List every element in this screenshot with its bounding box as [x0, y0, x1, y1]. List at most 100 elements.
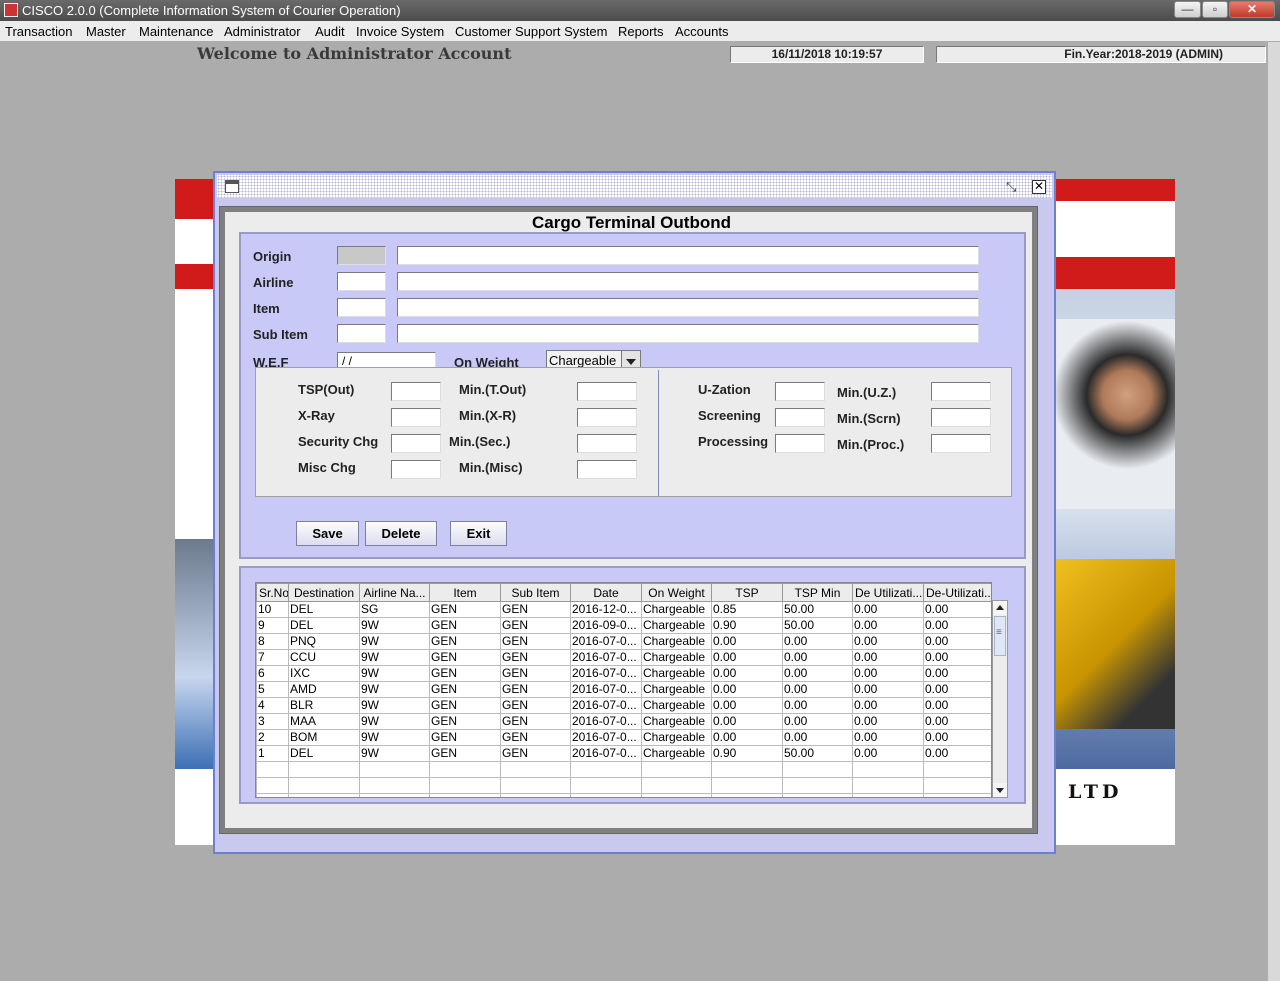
screening-field[interactable]: [775, 408, 825, 427]
scroll-down-icon[interactable]: [993, 783, 1007, 797]
table-row[interactable]: 8 PNQ 9W GEN GEN 2016-07-0... Chargeable 0.00 0.…: [256, 633, 991, 650]
table-cell: 0.00: [711, 697, 783, 714]
company-name-suffix: LTD: [1068, 781, 1123, 803]
security-chg-label: Security Chg: [298, 434, 379, 449]
table-row[interactable]: 1 DEL 9W GEN GEN 2016-07-0... Chargeable 0.90 50…: [256, 745, 991, 762]
subitem-name-field[interactable]: [397, 324, 979, 343]
table-row[interactable]: 7 CCU 9W GEN GEN 2016-07-0... Chargeable 0.00 0.…: [256, 649, 991, 666]
column-header[interactable]: Sr.No: [256, 583, 289, 602]
column-header[interactable]: TSP: [711, 583, 783, 602]
empty-table-row: [256, 761, 991, 778]
min-tout-field[interactable]: [577, 382, 637, 401]
table-cell: [429, 761, 501, 778]
min-proc-label: Min.(Proc.): [837, 437, 905, 452]
delete-button[interactable]: Delete: [365, 521, 437, 546]
close-window-button[interactable]: ✕: [1229, 1, 1275, 18]
table-cell: 0.90: [711, 745, 783, 762]
table-cell: GEN: [429, 633, 501, 650]
table-cell: 9W: [359, 713, 430, 730]
table-cell: 0.00: [782, 697, 853, 714]
table-cell: [429, 793, 501, 797]
table-cell: [570, 761, 642, 778]
airline-code-field[interactable]: [337, 272, 386, 291]
table-cell: 9W: [359, 649, 430, 666]
table-cell: [852, 777, 924, 794]
column-header[interactable]: Item: [429, 583, 501, 602]
menu-master[interactable]: Master: [86, 24, 126, 39]
menu-audit[interactable]: Audit: [315, 24, 345, 39]
airline-name-field[interactable]: [397, 272, 979, 291]
desktop-edge: [1268, 42, 1280, 981]
airline-label: Airline: [253, 275, 294, 290]
column-header[interactable]: Airline Na...: [359, 583, 430, 602]
menu-administrator[interactable]: Administrator: [224, 24, 301, 39]
table-cell: Chargeable: [641, 601, 712, 618]
table-cell: [359, 761, 430, 778]
origin-code-field[interactable]: [337, 246, 386, 265]
item-name-field[interactable]: [397, 298, 979, 317]
minimize-button[interactable]: —: [1174, 1, 1201, 18]
misc-chg-label: Misc Chg: [298, 460, 356, 475]
misc-chg-field[interactable]: [391, 460, 441, 479]
restore-icon[interactable]: ⤡: [1006, 179, 1016, 195]
table-scrollbar[interactable]: [992, 600, 1008, 798]
item-code-field[interactable]: [337, 298, 386, 317]
table-row[interactable]: 9 DEL 9W GEN GEN 2016-09-0... Chargeable 0.90 50…: [256, 617, 991, 634]
menu-bar: Transaction Master Maintenance Administr…: [0, 21, 1280, 41]
save-button[interactable]: Save: [296, 521, 359, 546]
exit-button[interactable]: Exit: [450, 521, 507, 546]
table-cell: 10: [256, 601, 289, 618]
processing-field[interactable]: [775, 434, 825, 453]
item-label: Item: [253, 301, 280, 316]
min-sec-field[interactable]: [577, 434, 637, 453]
column-header[interactable]: De-Utilizati...: [923, 583, 991, 602]
table-cell: 0.00: [852, 617, 924, 634]
table-cell: GEN: [429, 681, 501, 698]
xray-field[interactable]: [391, 408, 441, 427]
menu-maintenance[interactable]: Maintenance: [139, 24, 213, 39]
menu-invoice-system[interactable]: Invoice System: [356, 24, 444, 39]
min-misc-field[interactable]: [577, 460, 637, 479]
menu-accounts[interactable]: Accounts: [675, 24, 728, 39]
table-cell: [923, 777, 991, 794]
table-cell: [641, 793, 712, 797]
column-header[interactable]: On Weight: [641, 583, 712, 602]
close-icon[interactable]: ✕: [1032, 180, 1046, 194]
subitem-code-field[interactable]: [337, 324, 386, 343]
table-cell: 8: [256, 633, 289, 650]
table-row[interactable]: 4 BLR 9W GEN GEN 2016-07-0... Chargeable 0.00 0.…: [256, 697, 991, 714]
table-cell: Chargeable: [641, 665, 712, 682]
origin-name-field[interactable]: [397, 246, 979, 265]
table-cell: 0.00: [923, 713, 991, 730]
column-header[interactable]: TSP Min: [782, 583, 853, 602]
table-row[interactable]: 10 DEL SG GEN GEN 2016-12-0... Chargeable 0.85 5…: [256, 601, 991, 618]
table-row[interactable]: 6 IXC 9W GEN GEN 2016-07-0... Chargeable 0.00 0.…: [256, 665, 991, 682]
table-row[interactable]: 2 BOM 9W GEN GEN 2016-07-0... Chargeable 0.00 0.…: [256, 729, 991, 746]
uzation-field[interactable]: [775, 382, 825, 401]
column-header[interactable]: De Utilizati...: [852, 583, 924, 602]
internal-frame-title-bar[interactable]: ⤡ ✕: [217, 175, 1052, 198]
security-chg-field[interactable]: [391, 434, 441, 453]
min-uz-field[interactable]: [931, 382, 991, 401]
min-xr-field[interactable]: [577, 408, 637, 427]
menu-reports[interactable]: Reports: [618, 24, 664, 39]
table-row[interactable]: 5 AMD 9W GEN GEN 2016-07-0... Chargeable 0.00 0.…: [256, 681, 991, 698]
column-header[interactable]: Destination: [288, 583, 360, 602]
scroll-thumb[interactable]: [994, 616, 1006, 656]
scroll-up-icon[interactable]: [993, 601, 1007, 615]
app-icon: [4, 3, 18, 17]
table-cell: 0.00: [852, 681, 924, 698]
min-scrn-field[interactable]: [931, 408, 991, 427]
table-row[interactable]: 3 MAA 9W GEN GEN 2016-07-0... Chargeable 0.00 0.…: [256, 713, 991, 730]
maximize-button[interactable]: ▫: [1202, 1, 1228, 18]
table-cell: [500, 761, 571, 778]
menu-transaction[interactable]: Transaction: [5, 24, 72, 39]
column-header[interactable]: Sub Item: [500, 583, 571, 602]
min-proc-field[interactable]: [931, 434, 991, 453]
column-header[interactable]: Date: [570, 583, 642, 602]
menu-customer-support[interactable]: Customer Support System: [455, 24, 607, 39]
table-cell: PNQ: [288, 633, 360, 650]
table-cell: DEL: [288, 745, 360, 762]
table-cell: 5: [256, 681, 289, 698]
tsp-out-field[interactable]: [391, 382, 441, 401]
